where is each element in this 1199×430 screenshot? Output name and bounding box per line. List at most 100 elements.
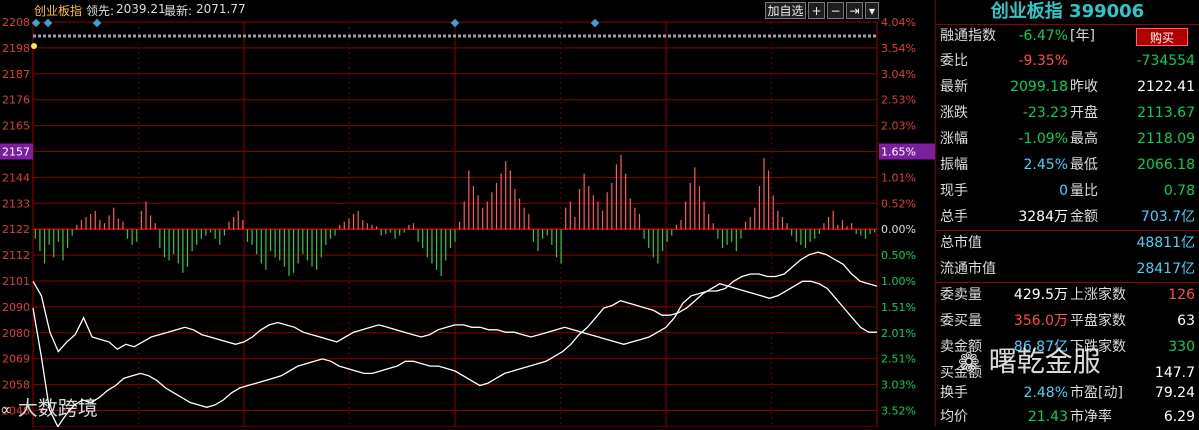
row-value-2: -734554: [1136, 53, 1196, 69]
quote-panel: 创业板指 399006 融通指数 -6.47% [年] 购买 委比 -9.35% -7345…: [935, 0, 1199, 427]
row-label-2: 金额: [1070, 209, 1098, 225]
y-right-tick-label: 1.00%: [881, 275, 916, 288]
row-value-2: 79.24: [1154, 385, 1195, 401]
y-right-tick-label: 3.54%: [881, 42, 916, 55]
row-label: 委比: [940, 53, 968, 69]
quote-row: 融通指数 -6.47% [年] 购买: [936, 24, 1199, 49]
menu-dropdown-button[interactable]: ▾: [865, 2, 879, 19]
zoom-in-button[interactable]: +: [808, 2, 825, 19]
row-value-2: 126: [1168, 287, 1195, 303]
y-left-tick-label: 2069: [2, 353, 30, 366]
row-value-2: 2113.67: [1137, 105, 1195, 121]
latest-value: 2071.77: [196, 2, 246, 16]
y-right-tick-label: 2.51%: [881, 353, 916, 366]
info-marker[interactable]: [450, 18, 460, 28]
y-left-tick-label: 2090: [2, 301, 30, 314]
quote-row: 现手 0 量比 0.78: [936, 179, 1199, 204]
row-label: 总手: [940, 209, 968, 225]
y-right-tick-label: 0.00%: [881, 223, 916, 236]
y-right-tick-label: 0.52%: [881, 197, 916, 210]
row-label: 现手: [940, 183, 968, 199]
buy-button[interactable]: 购买: [1136, 28, 1188, 46]
info-marker[interactable]: [43, 18, 53, 28]
row-value: -23.23: [1022, 105, 1068, 121]
y-left-tick-label: 2080: [2, 327, 30, 340]
y-left-tick-label: 2144: [2, 171, 30, 184]
row-value: -1.09%: [1018, 131, 1068, 147]
watermark-right-text: 曙乾金服: [988, 345, 1101, 378]
jump-end-button[interactable]: ⇥: [846, 2, 863, 19]
quote-row: 涨幅 -1.09% 最高 2118.09: [936, 127, 1199, 152]
lead-label: 领先:: [86, 4, 115, 18]
index-name-label: 创业板指: [34, 4, 83, 18]
y-right-tick-label: 0.50%: [881, 249, 916, 262]
row-value-2: 330: [1168, 339, 1195, 355]
quote-row: 振幅 2.45% 最低 2066.18: [936, 153, 1199, 178]
y-left-tick-label: 2133: [2, 197, 30, 210]
info-marker[interactable]: [92, 18, 102, 28]
quote-row: 委比 -9.35% -734554: [936, 49, 1199, 74]
row-value: 21.43: [1027, 409, 1068, 425]
row-value-2: 6.29: [1163, 409, 1195, 425]
row-value-2: 2066.18: [1137, 157, 1195, 173]
zoom-out-button[interactable]: −: [827, 2, 844, 19]
row-label: 融通指数: [940, 28, 996, 44]
row-label: 总市值: [940, 235, 982, 251]
row-label-2: 市净率: [1070, 409, 1112, 425]
row-value-2: 28417亿: [1136, 261, 1195, 277]
add-watchlist-button[interactable]: 加自选: [765, 2, 806, 19]
row-label-2: 平盘家数: [1070, 313, 1126, 329]
y-left-tick-label: 2101: [2, 275, 30, 288]
y-left-tick-label: 2187: [2, 68, 30, 81]
y-left-tick-label: 2176: [2, 94, 30, 107]
y-right-tick-label: 3.04%: [881, 68, 916, 81]
y-left-tick-label: 2112: [2, 249, 30, 262]
y-right-tick-label: 3.52%: [881, 405, 916, 418]
row-value-2: 703.7亿: [1140, 209, 1195, 225]
row-value: 0: [1059, 183, 1068, 199]
row-value-2: 0.78: [1163, 183, 1195, 199]
row-label: 委买量: [940, 313, 982, 329]
row-value: 2.45%: [1023, 157, 1068, 173]
row-label-2: [年]: [1070, 28, 1095, 44]
row-label: 均价: [940, 409, 968, 425]
row-label: 涨幅: [940, 131, 968, 147]
panel-title: 创业板指 399006: [990, 1, 1145, 22]
quote-row: 最新 2099.18 昨收 2122.41: [936, 75, 1199, 100]
watermark-left: ∝ 大数跨境: [0, 392, 98, 421]
row-value-2: 63: [1177, 313, 1195, 329]
y-right-tick-label: 2.01%: [881, 327, 916, 340]
row-value: 429.5万: [1013, 287, 1068, 303]
y-left-tick-label: 2157: [2, 146, 30, 159]
row-value: -9.35%: [1018, 53, 1068, 69]
row-value: 2099.18: [1010, 79, 1068, 95]
row-label-2: 量比: [1070, 183, 1098, 199]
row-label: 换手: [940, 385, 968, 401]
y-right-tick-label: 4.04%: [881, 16, 916, 29]
intraday-chart[interactable]: 2208 2198 2187 2176 2165 2157 2144 2133 2122 2112…: [0, 0, 935, 427]
y-right-tick-label: 2.53%: [881, 94, 916, 107]
quote-row: 委买量 356.0万 平盘家数 63: [936, 309, 1199, 334]
quote-row: 均价 21.43 市净率 6.29: [936, 405, 1199, 430]
y-left-tick-label: 2058: [2, 379, 30, 392]
chart-canvas[interactable]: 2208 2198 2187 2176 2165 2157 2144 2133 2122 2112…: [0, 0, 935, 427]
info-marker[interactable]: [590, 18, 600, 28]
row-label-2: 最低: [1070, 157, 1098, 173]
watermark-right: ❁ 曙乾金服: [958, 340, 1101, 380]
y-left-tick-label: 2165: [2, 120, 30, 133]
row-label: 振幅: [940, 157, 968, 173]
quote-row: 换手 2.48% 市盈[动] 79.24: [936, 381, 1199, 406]
watermark-left-logo: ∝: [0, 400, 12, 419]
y-left-tick-label: 2122: [2, 223, 30, 236]
event-dot[interactable]: [31, 43, 37, 49]
row-label-2: 市盈[动]: [1070, 385, 1123, 401]
row-label-2: 开盘: [1070, 105, 1098, 121]
y-left-tick-label: 2208: [2, 16, 30, 29]
quote-row: 流通市值 28417亿: [936, 257, 1199, 282]
quote-row: 总市值 48811亿: [936, 231, 1199, 256]
y-right-tick-label: 1.01%: [881, 171, 916, 184]
row-label: 最新: [940, 79, 968, 95]
row-label: 流通市值: [940, 261, 996, 277]
row-value: 3284万: [1018, 209, 1068, 225]
quote-row: 委卖量 429.5万 上涨家数 126: [936, 283, 1199, 308]
